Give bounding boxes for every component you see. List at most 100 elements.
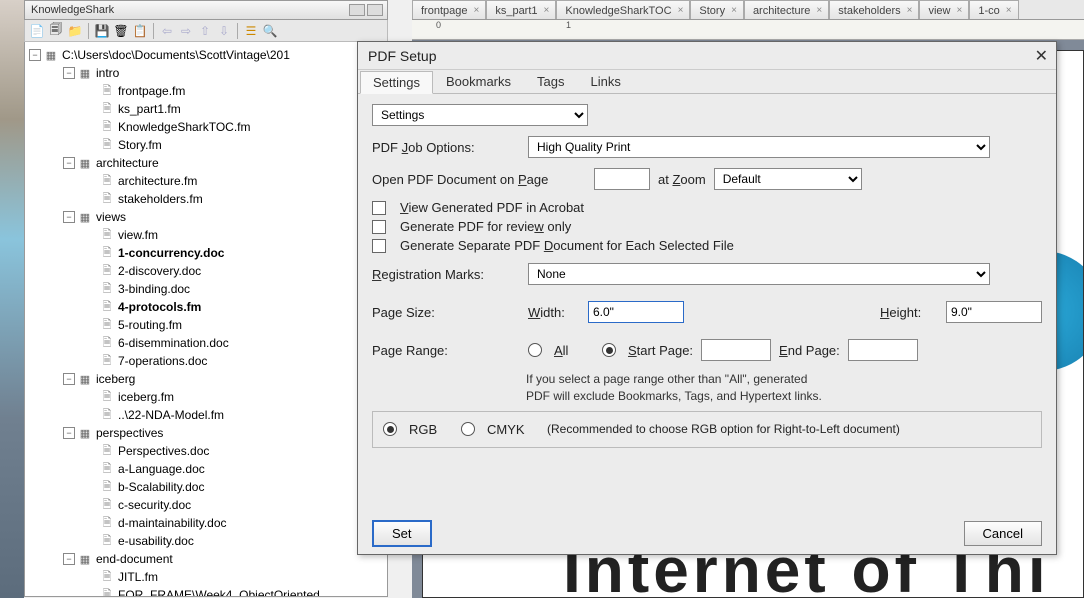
tree-file[interactable]: KnowledgeSharkTOC.fm — [27, 118, 385, 136]
tree-folder[interactable]: −intro — [27, 64, 385, 82]
panel-toolbar: 📄 🗐 📁 💾 🗑 📋 ⇦ ⇨ ⇧ ⇩ ☰ 🔍 — [24, 20, 388, 42]
tab-close-icon[interactable]: × — [1006, 5, 1012, 16]
tree-folder[interactable]: −iceberg — [27, 370, 385, 388]
width-label: Width: — [528, 305, 580, 320]
tab-close-icon[interactable]: × — [678, 5, 684, 16]
cmyk-radio[interactable] — [461, 422, 475, 436]
tree-label: ..\22-NDA-Model.fm — [118, 408, 224, 422]
document-tab[interactable]: KnowledgeSharkTOC× — [556, 0, 690, 19]
dialog-tab-tags[interactable]: Tags — [524, 70, 577, 93]
document-tab[interactable]: architecture× — [744, 0, 829, 19]
tree-root[interactable]: −C:\Users\doc\Documents\ScottVintage\201 — [27, 46, 385, 64]
tree-file[interactable]: frontpage.fm — [27, 82, 385, 100]
all-radio[interactable] — [528, 343, 542, 357]
tree-file[interactable]: a-Language.doc — [27, 460, 385, 478]
job-options-select[interactable]: High Quality Print — [528, 136, 990, 158]
view-pdf-checkbox[interactable] — [372, 201, 386, 215]
panel-minimize-icon[interactable] — [349, 4, 365, 16]
tree-file[interactable]: ks_part1.fm — [27, 100, 385, 118]
panel-options-icon[interactable] — [367, 4, 383, 16]
cmyk-label: CMYK — [487, 422, 539, 437]
delete-icon[interactable]: 🗑 — [113, 23, 129, 39]
arrow-up-icon[interactable]: ⇧ — [197, 23, 213, 39]
dialog-tab-settings[interactable]: Settings — [360, 71, 433, 94]
tree-file[interactable]: view.fm — [27, 226, 385, 244]
arrow-left-icon[interactable]: ⇦ — [159, 23, 175, 39]
expander-icon[interactable]: − — [63, 553, 75, 565]
close-icon[interactable]: ✕ — [1035, 46, 1048, 66]
expander-icon[interactable]: − — [63, 67, 75, 79]
save-icon[interactable]: 💾 — [94, 23, 110, 39]
tab-close-icon[interactable]: × — [816, 5, 822, 16]
dialog-tab-links[interactable]: Links — [577, 70, 633, 93]
tab-close-icon[interactable]: × — [907, 5, 913, 16]
document-tab[interactable]: stakeholders× — [829, 0, 919, 19]
tab-close-icon[interactable]: × — [957, 5, 963, 16]
list-icon[interactable]: ☰ — [243, 23, 259, 39]
expander-icon[interactable]: − — [63, 211, 75, 223]
paste-icon[interactable]: 📋 — [132, 23, 148, 39]
tree-file[interactable]: 3-binding.doc — [27, 280, 385, 298]
review-only-checkbox[interactable] — [372, 220, 386, 234]
tree-file[interactable]: 6-disemmination.doc — [27, 334, 385, 352]
tree-file[interactable]: stakeholders.fm — [27, 190, 385, 208]
tree-file[interactable]: 1-concurrency.doc — [27, 244, 385, 262]
tree-file[interactable]: JITL.fm — [27, 568, 385, 586]
book-icon — [77, 372, 93, 386]
tree-file[interactable]: architecture.fm — [27, 172, 385, 190]
dialog-tab-bookmarks[interactable]: Bookmarks — [433, 70, 524, 93]
document-tab[interactable]: frontpage× — [412, 0, 486, 19]
height-input[interactable] — [946, 301, 1042, 323]
tree-file[interactable]: c-security.doc — [27, 496, 385, 514]
set-button[interactable]: Set — [372, 520, 432, 547]
file-icon — [99, 102, 115, 116]
book-tree[interactable]: −C:\Users\doc\Documents\ScottVintage\201… — [24, 42, 388, 597]
zoom-select[interactable]: Default — [714, 168, 862, 190]
document-tab[interactable]: ks_part1× — [486, 0, 556, 19]
arrow-right-icon[interactable]: ⇨ — [178, 23, 194, 39]
tree-file[interactable]: ..\22-NDA-Model.fm — [27, 406, 385, 424]
tree-folder[interactable]: −perspectives — [27, 424, 385, 442]
tree-folder[interactable]: −architecture — [27, 154, 385, 172]
tree-file[interactable]: 2-discovery.doc — [27, 262, 385, 280]
tree-label: end-document — [96, 552, 173, 566]
tree-folder[interactable]: − end-document — [27, 550, 385, 568]
document-tab[interactable]: 1-co× — [969, 0, 1018, 19]
open-page-input[interactable] — [594, 168, 650, 190]
file-icon — [99, 462, 115, 476]
tree-file[interactable]: 5-routing.fm — [27, 316, 385, 334]
tree-file[interactable]: Story.fm — [27, 136, 385, 154]
document-tab[interactable]: view× — [919, 0, 969, 19]
tree-file[interactable]: Perspectives.doc — [27, 442, 385, 460]
tree-file[interactable]: 4-protocols.fm — [27, 298, 385, 316]
tree-file[interactable]: b-Scalability.doc — [27, 478, 385, 496]
expander-icon[interactable]: − — [63, 427, 75, 439]
width-input[interactable] — [588, 301, 684, 323]
end-page-input[interactable] — [848, 339, 918, 361]
settings-preset-select[interactable]: Settings — [372, 104, 588, 126]
tree-file[interactable]: iceberg.fm — [27, 388, 385, 406]
tab-close-icon[interactable]: × — [473, 5, 479, 16]
start-page-input[interactable] — [701, 339, 771, 361]
add-page-icon[interactable]: 🗐 — [48, 23, 64, 39]
expander-icon[interactable]: − — [63, 373, 75, 385]
cancel-button[interactable]: Cancel — [964, 521, 1042, 546]
tab-close-icon[interactable]: × — [731, 5, 737, 16]
tab-close-icon[interactable]: × — [544, 5, 550, 16]
expander-icon[interactable]: − — [63, 157, 75, 169]
add-folder-icon[interactable]: 📁 — [67, 23, 83, 39]
tree-label: c-security.doc — [118, 498, 191, 512]
tree-file[interactable]: FOR_FRAME\Week4_ObjectOriented — [27, 586, 385, 597]
add-file-icon[interactable]: 📄 — [29, 23, 45, 39]
search-icon[interactable]: 🔍 — [262, 23, 278, 39]
tree-folder[interactable]: −views — [27, 208, 385, 226]
separate-pdf-checkbox[interactable] — [372, 239, 386, 253]
tree-file[interactable]: d-maintainability.doc — [27, 514, 385, 532]
rgb-radio[interactable] — [383, 422, 397, 436]
document-tab[interactable]: Story× — [690, 0, 744, 19]
start-page-radio[interactable] — [602, 343, 616, 357]
reg-marks-select[interactable]: None — [528, 263, 990, 285]
tree-file[interactable]: 7-operations.doc — [27, 352, 385, 370]
arrow-down-icon[interactable]: ⇩ — [216, 23, 232, 39]
tree-file[interactable]: e-usability.doc — [27, 532, 385, 550]
